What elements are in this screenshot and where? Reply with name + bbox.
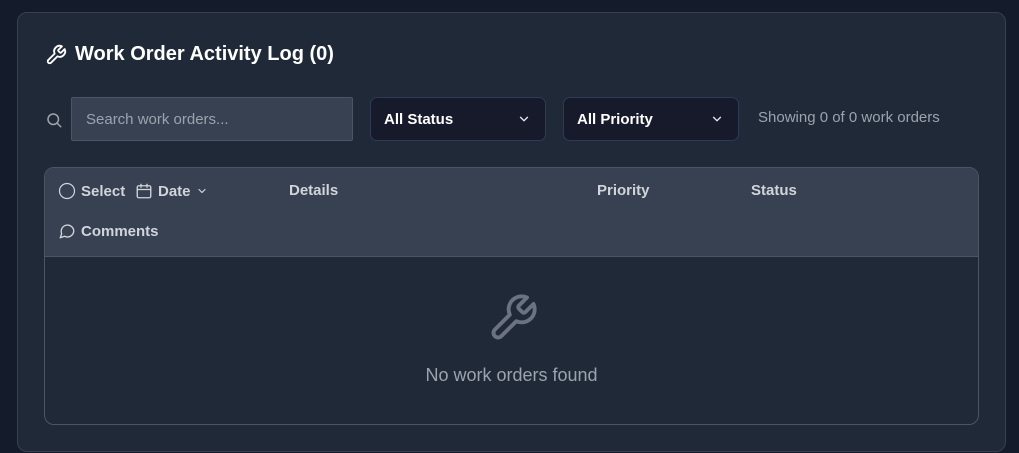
select-all-column[interactable]: Select xyxy=(58,182,125,200)
wrench-icon xyxy=(46,44,67,64)
results-count: Showing 0 of 0 work orders xyxy=(758,109,940,126)
chevron-down-icon xyxy=(712,116,722,122)
comment-icon xyxy=(59,224,75,239)
status-column-header: Status xyxy=(751,182,797,199)
search-input[interactable] xyxy=(71,97,353,141)
chevron-down-icon xyxy=(519,116,529,122)
page-title: Work Order Activity Log (0) xyxy=(75,43,334,65)
priority-column-header: Priority xyxy=(597,182,650,199)
date-column-label: Date xyxy=(158,182,191,200)
date-column-sort[interactable]: Date xyxy=(135,182,208,200)
wrench-icon xyxy=(491,294,537,340)
select-column-label: Select xyxy=(81,182,126,200)
priority-filter-select[interactable]: All Priority xyxy=(563,97,739,141)
search-icon xyxy=(47,113,62,128)
calendar-icon xyxy=(136,183,152,199)
details-column-header: Details xyxy=(289,182,339,199)
panel-header: Work Order Activity Log (0) xyxy=(45,43,334,66)
work-orders-table: Select Date Details Priority Status Comm… xyxy=(44,167,979,425)
chevron-down-icon xyxy=(197,188,206,194)
comments-column-label: Comments xyxy=(81,222,159,240)
circle-checkbox-icon[interactable] xyxy=(58,182,76,200)
work-order-panel: Work Order Activity Log (0) All Status A… xyxy=(17,12,1006,452)
status-filter-select[interactable]: All Status xyxy=(370,97,546,141)
empty-state-message: No work orders found xyxy=(425,365,598,385)
table-header: Select Date Details Priority Status Comm… xyxy=(45,168,978,257)
priority-filter-value: All Priority xyxy=(577,110,653,128)
comments-column-header: Comments xyxy=(58,222,159,240)
status-filter-value: All Status xyxy=(384,110,454,128)
